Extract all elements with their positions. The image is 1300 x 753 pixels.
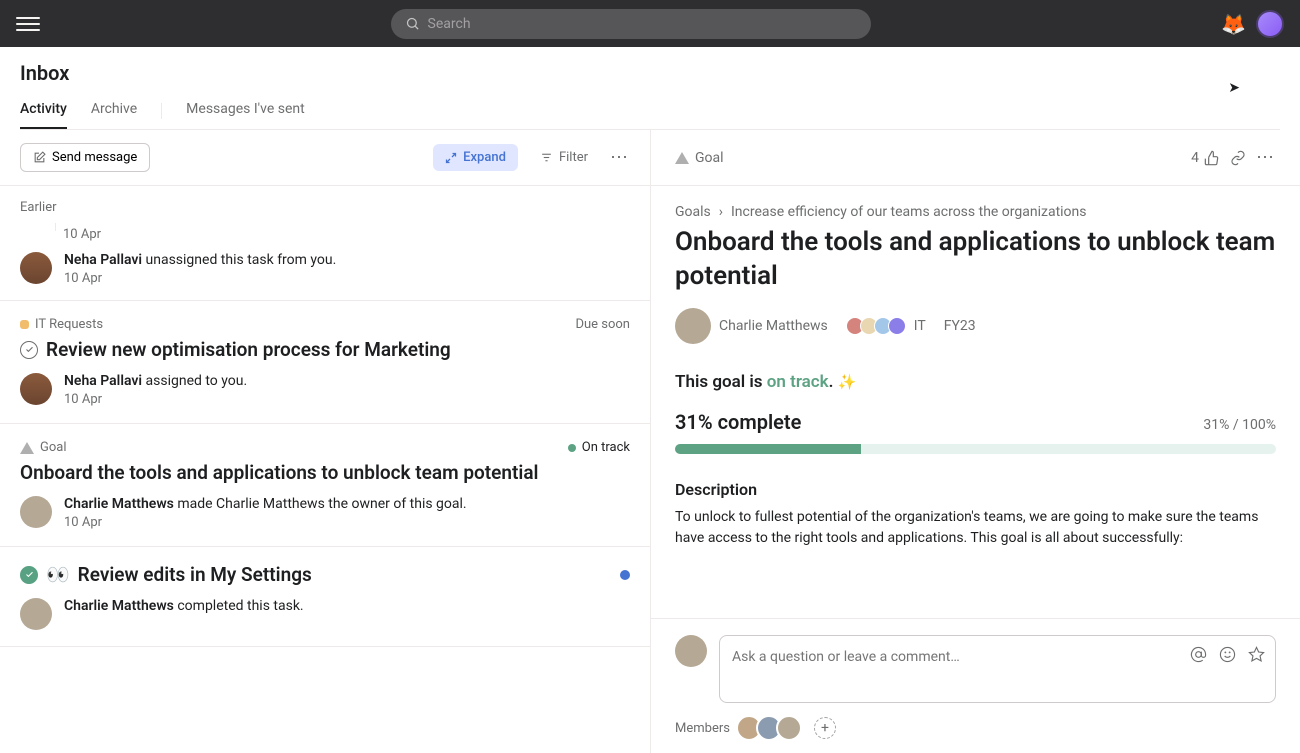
filter-label: Filter	[559, 150, 588, 165]
expand-icon	[445, 152, 457, 164]
send-message-label: Send message	[52, 150, 137, 165]
search-field[interactable]	[428, 16, 857, 32]
crumb-goals[interactable]: Goals	[675, 204, 711, 220]
activity-text: Neha Pallavi unassigned this task from y…	[64, 252, 336, 268]
goal-title: Onboard the tools and applications to un…	[675, 226, 1276, 294]
description-heading: Description	[675, 480, 1276, 499]
member-avatars[interactable]	[742, 715, 802, 741]
thumbs-up-icon	[1204, 150, 1220, 166]
tab-archive[interactable]: Archive	[91, 93, 137, 129]
progress-bar	[675, 444, 1276, 454]
avatar	[20, 373, 52, 405]
sparkle-icon: ✨	[838, 373, 857, 391]
more-icon[interactable]: ⋯	[1256, 147, 1276, 168]
goal-status: This goal is on track. ✨	[675, 372, 1276, 392]
activity-text: Charlie Matthews completed this task.	[64, 598, 304, 614]
prev-timestamp: 10 Apr	[63, 227, 630, 242]
activity-timestamp: 10 Apr	[64, 515, 467, 530]
comment-input[interactable]	[732, 649, 1263, 665]
comment-box[interactable]	[719, 635, 1276, 703]
add-member-button[interactable]: +	[814, 717, 836, 739]
progress-fill	[675, 444, 861, 454]
goal-owner[interactable]: Charlie Matthews	[675, 308, 828, 344]
upgrade-icon[interactable]: 🦊	[1221, 12, 1246, 36]
detail-type: Goal	[675, 150, 724, 166]
search-icon	[405, 16, 420, 31]
section-earlier: Earlier	[0, 186, 650, 223]
goal-period[interactable]: FY23	[944, 318, 976, 334]
avatar	[20, 496, 52, 528]
inbox-card[interactable]: Goal On track Onboard the tools and appl…	[0, 424, 650, 547]
star-icon[interactable]	[1248, 646, 1265, 663]
unread-dot	[620, 570, 630, 580]
crumb-parent[interactable]: Increase efficiency of our teams across …	[731, 204, 1087, 220]
status-badge: On track	[568, 440, 630, 455]
expand-button[interactable]: Expand	[433, 144, 518, 171]
chevron-right-icon: ›	[719, 204, 723, 220]
page-title: Inbox	[20, 61, 1280, 85]
menu-icon[interactable]	[16, 12, 40, 36]
card-title: Review new optimisation process for Mark…	[20, 338, 630, 361]
tab-activity[interactable]: Activity	[20, 93, 67, 129]
activity-timestamp: 10 Apr	[64, 271, 336, 286]
emoji-icon[interactable]	[1219, 646, 1236, 663]
progress-ratio: 31% / 100%	[1203, 417, 1276, 433]
team-avatars	[846, 317, 906, 335]
copy-link-button[interactable]	[1230, 150, 1246, 166]
compose-icon	[33, 151, 46, 164]
description-text: To unlock to fullest potential of the or…	[675, 507, 1276, 549]
goal-team[interactable]: IT	[846, 317, 926, 335]
inbox-card[interactable]: 👀 Review edits in My Settings Charlie Ma…	[0, 547, 650, 647]
progress-label: 31% complete	[675, 410, 801, 434]
cursor-icon: ➤	[1228, 80, 1240, 96]
current-user-avatar	[675, 635, 707, 667]
tab-messages-sent[interactable]: Messages I've sent	[186, 93, 305, 129]
breadcrumb: Goals › Increase efficiency of our teams…	[675, 204, 1276, 220]
members-label: Members	[675, 721, 730, 736]
send-message-button[interactable]: Send message	[20, 143, 150, 172]
search-input[interactable]	[391, 9, 871, 39]
like-button[interactable]: 4	[1191, 150, 1220, 166]
avatar	[20, 598, 52, 630]
link-icon	[1230, 150, 1246, 166]
tabs: Activity Archive Messages I've sent	[20, 93, 1280, 130]
owner-avatar	[675, 308, 711, 344]
project-tag: IT Requests	[20, 317, 103, 332]
inbox-card[interactable]: IT Requests Due soon Review new optimisa…	[0, 301, 650, 424]
user-avatar[interactable]	[1256, 10, 1284, 38]
expand-label: Expand	[463, 150, 506, 165]
filter-button[interactable]: Filter	[528, 144, 600, 171]
activity-timestamp: 10 Apr	[64, 392, 247, 407]
goal-tag: Goal	[20, 440, 67, 455]
task-check-done-icon[interactable]	[20, 566, 38, 584]
card-title: 👀 Review edits in My Settings	[20, 563, 312, 586]
avatar	[20, 252, 52, 284]
goal-icon	[20, 442, 34, 454]
tab-separator	[161, 103, 162, 119]
card-title: Onboard the tools and applications to un…	[20, 461, 630, 484]
mention-icon[interactable]	[1190, 646, 1207, 663]
task-check-icon[interactable]	[20, 341, 38, 359]
goal-icon	[675, 152, 689, 164]
due-badge: Due soon	[575, 317, 630, 332]
activity-text: Charlie Matthews made Charlie Matthews t…	[64, 496, 467, 512]
filter-icon	[540, 151, 553, 164]
more-icon[interactable]: ⋯	[610, 147, 630, 168]
activity-text: Neha Pallavi assigned to you.	[64, 373, 247, 389]
